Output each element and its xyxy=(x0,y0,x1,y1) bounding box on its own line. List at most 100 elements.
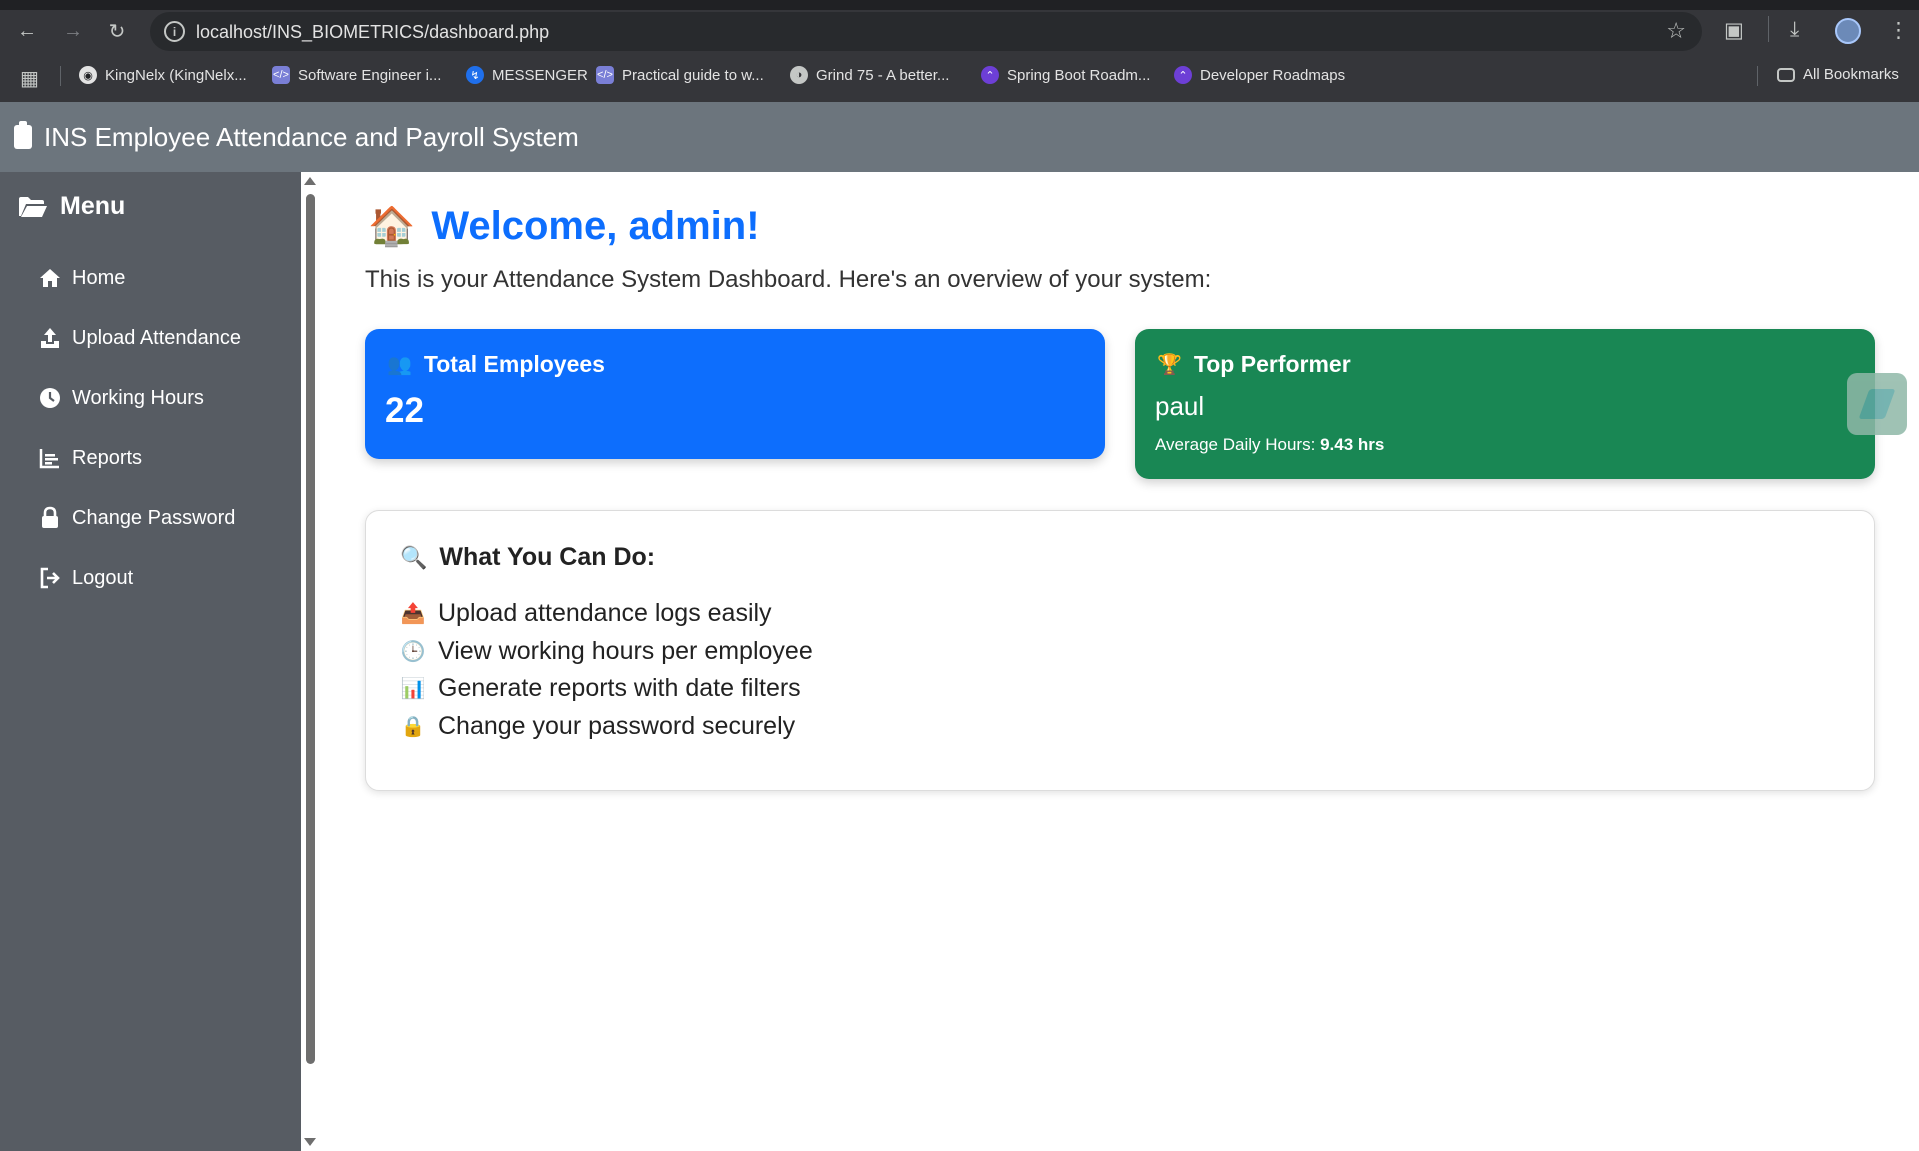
total-employees-card: 👥 Total Employees 22 xyxy=(365,329,1105,459)
upload-icon xyxy=(41,328,59,348)
back-icon[interactable]: ← xyxy=(12,16,42,46)
extensions-icon[interactable]: ▣ xyxy=(1724,18,1744,43)
roadmap-icon: ⌃ xyxy=(981,66,999,84)
bookmark-label: KingNelx (KingNelx... xyxy=(105,66,247,84)
browser-chrome: ← → ↻ i localhost/INS_BIOMETRICS/dashboa… xyxy=(0,0,1919,102)
lock-icon xyxy=(42,506,58,528)
sidebar-item-logout[interactable]: Logout xyxy=(38,566,133,590)
app-title: INS Employee Attendance and Payroll Syst… xyxy=(44,121,579,152)
messenger-icon: ↯ xyxy=(466,66,484,84)
sidebar-item-working-hours[interactable]: Working Hours xyxy=(38,386,204,410)
sidebar-item-label: Upload Attendance xyxy=(72,326,242,349)
card-title: 🏆 Top Performer xyxy=(1157,351,1351,378)
address-bar[interactable]: i localhost/INS_BIOMETRICS/dashboard.php… xyxy=(150,12,1702,51)
magnifier-icon: 🔍 xyxy=(400,544,428,570)
sidebar-item-label: Working Hours xyxy=(72,386,204,409)
download-icon[interactable]: ⤓ xyxy=(1790,18,1799,42)
more-menu-icon[interactable]: ⋮ xyxy=(1888,18,1909,43)
apps-grid-icon[interactable]: ▦ xyxy=(20,66,39,91)
home-icon xyxy=(40,269,60,287)
card-title-text: Total Employees xyxy=(423,351,605,377)
code-icon: </> xyxy=(272,66,290,84)
intro-text: This is your Attendance System Dashboard… xyxy=(365,266,1212,293)
welcome-text: Welcome, admin! xyxy=(431,204,760,248)
sidebar-item-label: Change Password xyxy=(72,506,236,529)
sidebar-title-text: Menu xyxy=(60,192,126,220)
avg-hours-value: 9.43 hrs xyxy=(1320,435,1385,454)
roadmap-icon: ⌃ xyxy=(1174,66,1192,84)
floating-widget-button[interactable] xyxy=(1847,373,1907,435)
trophy-icon: 🏆 xyxy=(1157,354,1182,376)
lock-icon: 🔒 xyxy=(400,715,426,738)
folder-open-icon xyxy=(19,196,47,217)
bookmark-label: Spring Boot Roadm... xyxy=(1007,66,1151,84)
top-performer-name: paul xyxy=(1155,391,1205,421)
scroll-up-arrow-icon[interactable] xyxy=(304,177,316,185)
card-title: 👥 Total Employees xyxy=(387,351,605,378)
forward-icon[interactable]: → xyxy=(58,16,88,46)
sidebar-item-label: Home xyxy=(72,266,126,289)
code-icon: </> xyxy=(596,66,614,84)
total-employees-value: 22 xyxy=(385,391,424,430)
what-you-can-do-panel: 🔍 What You Can Do: 📤 Upload attendance l… xyxy=(365,510,1875,791)
sidebar-item-change-password[interactable]: Change Password xyxy=(38,506,235,530)
github-icon: ◉ xyxy=(79,66,97,84)
bookmark-label: Practical guide to w... xyxy=(622,66,764,84)
bookmark-star-icon[interactable]: ☆ xyxy=(1666,18,1686,44)
sidebar-item-label: Logout xyxy=(72,566,134,589)
reload-icon[interactable]: ↻ xyxy=(102,16,132,46)
sidebar-item-label: Reports xyxy=(72,446,143,469)
panel-heading-text: What You Can Do: xyxy=(439,543,656,571)
house-icon: 🏠 xyxy=(368,205,416,248)
sidebar-item-home[interactable]: Home xyxy=(38,266,125,290)
bookmark-item[interactable]: ◉ KingNelx (KingNelx... xyxy=(79,66,247,84)
sidebar-title: Menu xyxy=(18,192,125,221)
panel-heading: 🔍 What You Can Do: xyxy=(400,543,655,572)
sidebar-item-upload-attendance[interactable]: Upload Attendance xyxy=(38,326,241,350)
tab-strip xyxy=(0,0,1919,10)
feature-list: 📤 Upload attendance logs easily 🕒 View w… xyxy=(400,595,813,745)
list-item-text: View working hours per employee xyxy=(438,636,813,665)
list-item: 🕒 View working hours per employee xyxy=(400,633,813,671)
bookmark-item[interactable]: ⌃ Developer Roadmaps xyxy=(1174,66,1345,84)
list-item-text: Change your password securely xyxy=(438,711,796,740)
app-header: INS Employee Attendance and Payroll Syst… xyxy=(0,102,1919,172)
scroll-down-arrow-icon[interactable] xyxy=(304,1138,316,1146)
logout-icon xyxy=(40,567,60,589)
list-item: 🔒 Change your password securely xyxy=(400,708,813,746)
chart-icon xyxy=(39,449,59,469)
profile-avatar[interactable] xyxy=(1835,18,1861,44)
sidebar-item-reports[interactable]: Reports xyxy=(38,446,142,470)
top-performer-card: 🏆 Top Performer paul Average Daily Hours… xyxy=(1135,329,1875,479)
bookmark-item[interactable]: </> Practical guide to w... xyxy=(596,66,764,84)
bookmark-label: Software Engineer i... xyxy=(298,66,442,84)
bookmark-label: MESSENGER xyxy=(492,66,588,84)
card-title-text: Top Performer xyxy=(1193,351,1351,377)
scroll-thumb[interactable] xyxy=(306,194,315,1064)
people-icon: 👥 xyxy=(387,354,412,376)
url-text[interactable]: localhost/INS_BIOMETRICS/dashboard.php xyxy=(196,22,549,43)
bookmark-divider xyxy=(60,66,61,86)
list-item: 📤 Upload attendance logs easily xyxy=(400,595,813,633)
globe-icon: ◑ xyxy=(790,66,808,84)
clipboard-icon xyxy=(14,121,32,149)
sidebar-scrollbar[interactable] xyxy=(301,172,319,1151)
browser-toolbar: ← → ↻ i localhost/INS_BIOMETRICS/dashboa… xyxy=(0,10,1919,52)
bookmark-item[interactable]: ↯ MESSENGER xyxy=(466,66,588,84)
bar-chart-icon: 📊 xyxy=(400,678,426,701)
page-title: 🏠 Welcome, admin! xyxy=(368,204,760,249)
bookmarks-bar: ▦ ◉ KingNelx (KingNelx... </> Software E… xyxy=(0,62,1919,92)
bolt-icon xyxy=(1858,389,1896,419)
list-item-text: Generate reports with date filters xyxy=(438,674,801,703)
all-bookmarks-button[interactable]: All Bookmarks xyxy=(1777,66,1899,83)
bookmark-label: Grind 75 - A better... xyxy=(816,66,950,84)
clock-icon xyxy=(40,388,60,408)
toolbar-divider xyxy=(1768,16,1769,42)
all-bookmarks-label: All Bookmarks xyxy=(1803,66,1899,83)
site-info-icon[interactable]: i xyxy=(164,21,185,42)
bookmark-item[interactable]: ⌃ Spring Boot Roadm... xyxy=(981,66,1150,84)
bookmark-item[interactable]: ◑ Grind 75 - A better... xyxy=(790,66,949,84)
bookmark-item[interactable]: </> Software Engineer i... xyxy=(272,66,441,84)
list-item-text: Upload attendance logs easily xyxy=(438,599,772,628)
folder-icon xyxy=(1777,67,1795,82)
